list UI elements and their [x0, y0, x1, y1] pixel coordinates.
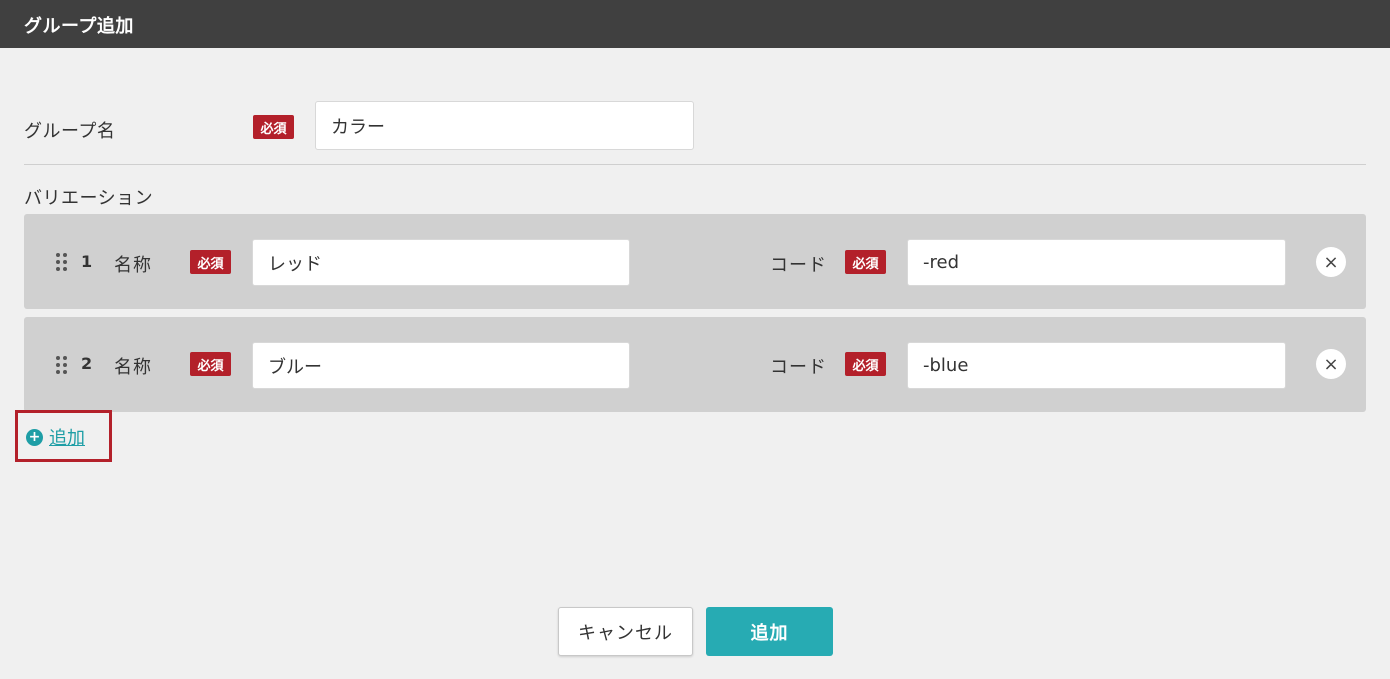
drag-handle-icon[interactable]: [56, 253, 68, 271]
remove-variation-button[interactable]: ×: [1316, 247, 1346, 277]
cancel-button[interactable]: キャンセル: [558, 607, 693, 656]
variation-name-label: 名称: [114, 357, 152, 378]
variation-code-required-badge: 必須: [845, 250, 886, 274]
dialog-titlebar: グループ追加: [0, 0, 1390, 48]
add-variation-link[interactable]: + 追加: [26, 424, 85, 450]
variation-code-input[interactable]: [907, 239, 1286, 286]
variation-index: 2: [81, 354, 93, 373]
variation-name-required-badge: 必須: [190, 250, 231, 274]
variation-row: 2 名称 必須 コード 必須 ×: [24, 317, 1366, 412]
variation-code-label: コード: [770, 255, 827, 276]
group-name-required-badge: 必須: [253, 115, 294, 139]
variation-code-input[interactable]: [907, 342, 1286, 389]
group-name-input[interactable]: [315, 101, 694, 150]
close-icon: ×: [1323, 251, 1339, 273]
variations-label: バリエーション: [24, 188, 154, 209]
variation-name-input[interactable]: [252, 239, 630, 286]
add-variation-label: 追加: [49, 428, 85, 449]
variation-row: 1 名称 必須 コード 必須 ×: [24, 214, 1366, 309]
submit-add-button[interactable]: 追加: [706, 607, 833, 656]
drag-handle-icon[interactable]: [56, 356, 68, 374]
variation-code-required-badge: 必須: [845, 352, 886, 376]
remove-variation-button[interactable]: ×: [1316, 349, 1346, 379]
variation-name-required-badge: 必須: [190, 352, 231, 376]
group-name-label: グループ名: [24, 121, 116, 142]
section-divider: [24, 164, 1366, 165]
close-icon: ×: [1323, 353, 1339, 375]
plus-circle-icon: +: [26, 428, 43, 446]
variation-code-label: コード: [770, 357, 827, 378]
variation-name-input[interactable]: [252, 342, 630, 389]
variation-name-label: 名称: [114, 255, 152, 276]
dialog-title: グループ追加: [24, 16, 134, 37]
variation-index: 1: [81, 252, 93, 271]
